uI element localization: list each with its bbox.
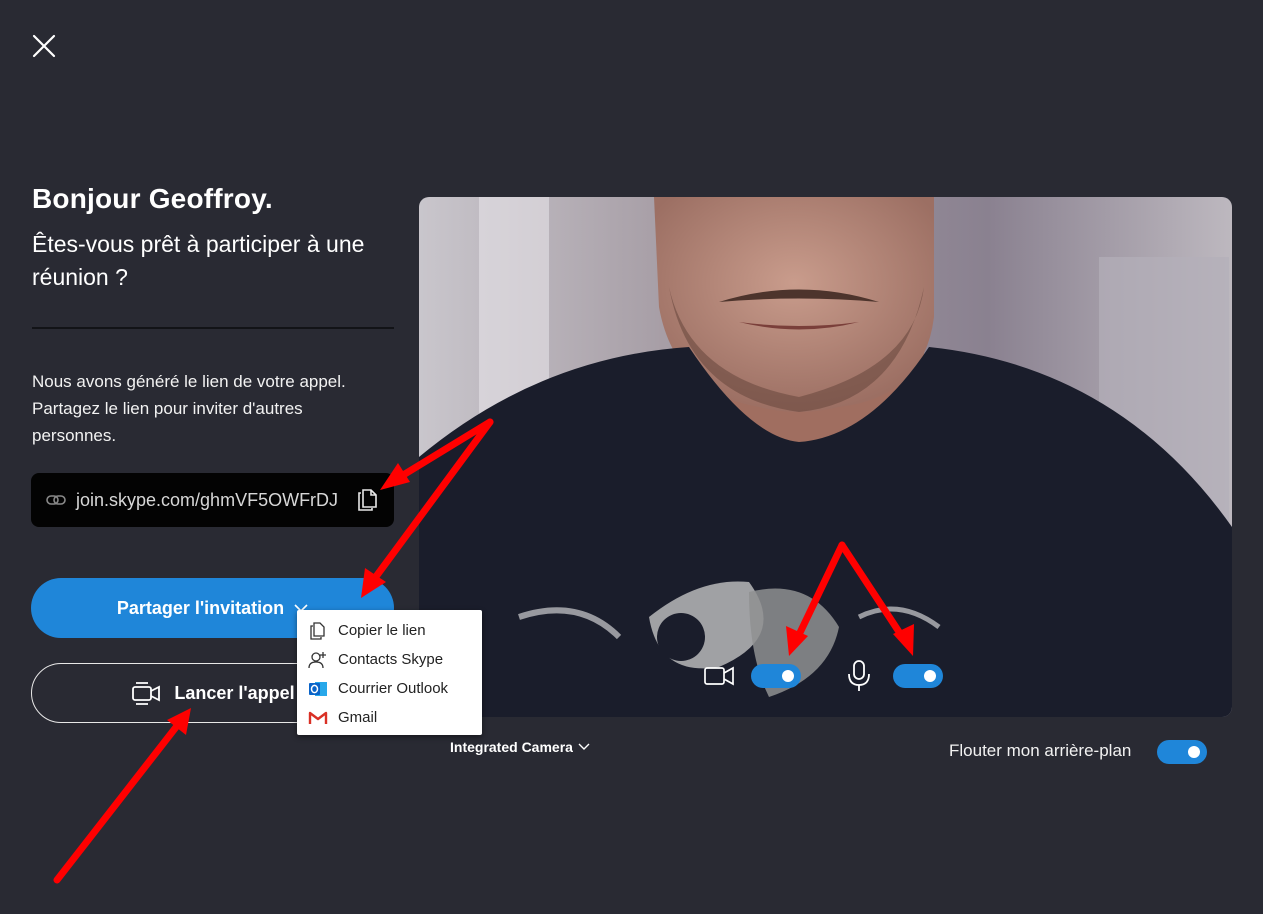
- copy-icon: [310, 621, 325, 640]
- close-icon: [32, 34, 56, 58]
- link-icon: [46, 495, 66, 505]
- microphone-icon: [848, 660, 870, 691]
- blur-background-toggle[interactable]: [1157, 740, 1207, 764]
- meeting-question: Êtes-vous prêt à participer à une réunio…: [32, 231, 365, 290]
- blur-background-label: Flouter mon arrière-plan: [949, 741, 1132, 760]
- camera-feed-image: [419, 197, 1232, 717]
- share-menu: Copier le lien Contacts Skype Courrier O…: [297, 610, 482, 735]
- gmail-icon: [308, 711, 328, 724]
- annotation-arrow: [53, 718, 184, 884]
- toggle-knob: [782, 670, 794, 682]
- menu-item-label: Contacts Skype: [338, 651, 444, 668]
- toggle-knob: [924, 670, 936, 682]
- camera-icon: [704, 666, 734, 686]
- camera-device-label: Integrated Camera: [450, 739, 573, 755]
- menu-item-outlook[interactable]: Courrier Outlook: [297, 674, 482, 703]
- microphone-toggle[interactable]: [893, 664, 943, 688]
- menu-item-gmail[interactable]: Gmail: [297, 703, 482, 732]
- chevron-down-icon: [578, 743, 590, 750]
- menu-item-label: Gmail: [338, 709, 378, 726]
- camera-preview: [419, 197, 1232, 717]
- copy-icon[interactable]: [355, 487, 381, 513]
- close-button[interactable]: [30, 32, 58, 60]
- call-link-url[interactable]: join.skype.com/ghmVF5OWFrDJ: [76, 490, 355, 511]
- divider: [32, 327, 394, 329]
- start-call-label: Lancer l'appel: [174, 682, 295, 703]
- add-contact-icon: [308, 651, 326, 668]
- share-invitation-label: Partager l'invitation: [116, 597, 285, 618]
- menu-item-skype-contacts[interactable]: Contacts Skype: [297, 645, 482, 674]
- greeting-title: Bonjour Geoffroy.: [32, 183, 273, 214]
- menu-item-copy-link[interactable]: Copier le lien: [297, 616, 482, 645]
- camera-device-select[interactable]: Integrated Camera: [450, 739, 590, 755]
- call-link-box: join.skype.com/ghmVF5OWFrDJ: [31, 473, 394, 527]
- outlook-icon: [309, 681, 327, 696]
- menu-item-label: Courrier Outlook: [338, 680, 449, 697]
- toggle-knob: [1188, 746, 1200, 758]
- invite-info-text: Nous avons généré le lien de votre appel…: [32, 372, 346, 445]
- camera-toggle[interactable]: [751, 664, 801, 688]
- menu-item-label: Copier le lien: [338, 622, 426, 639]
- video-call-icon: [132, 682, 161, 705]
